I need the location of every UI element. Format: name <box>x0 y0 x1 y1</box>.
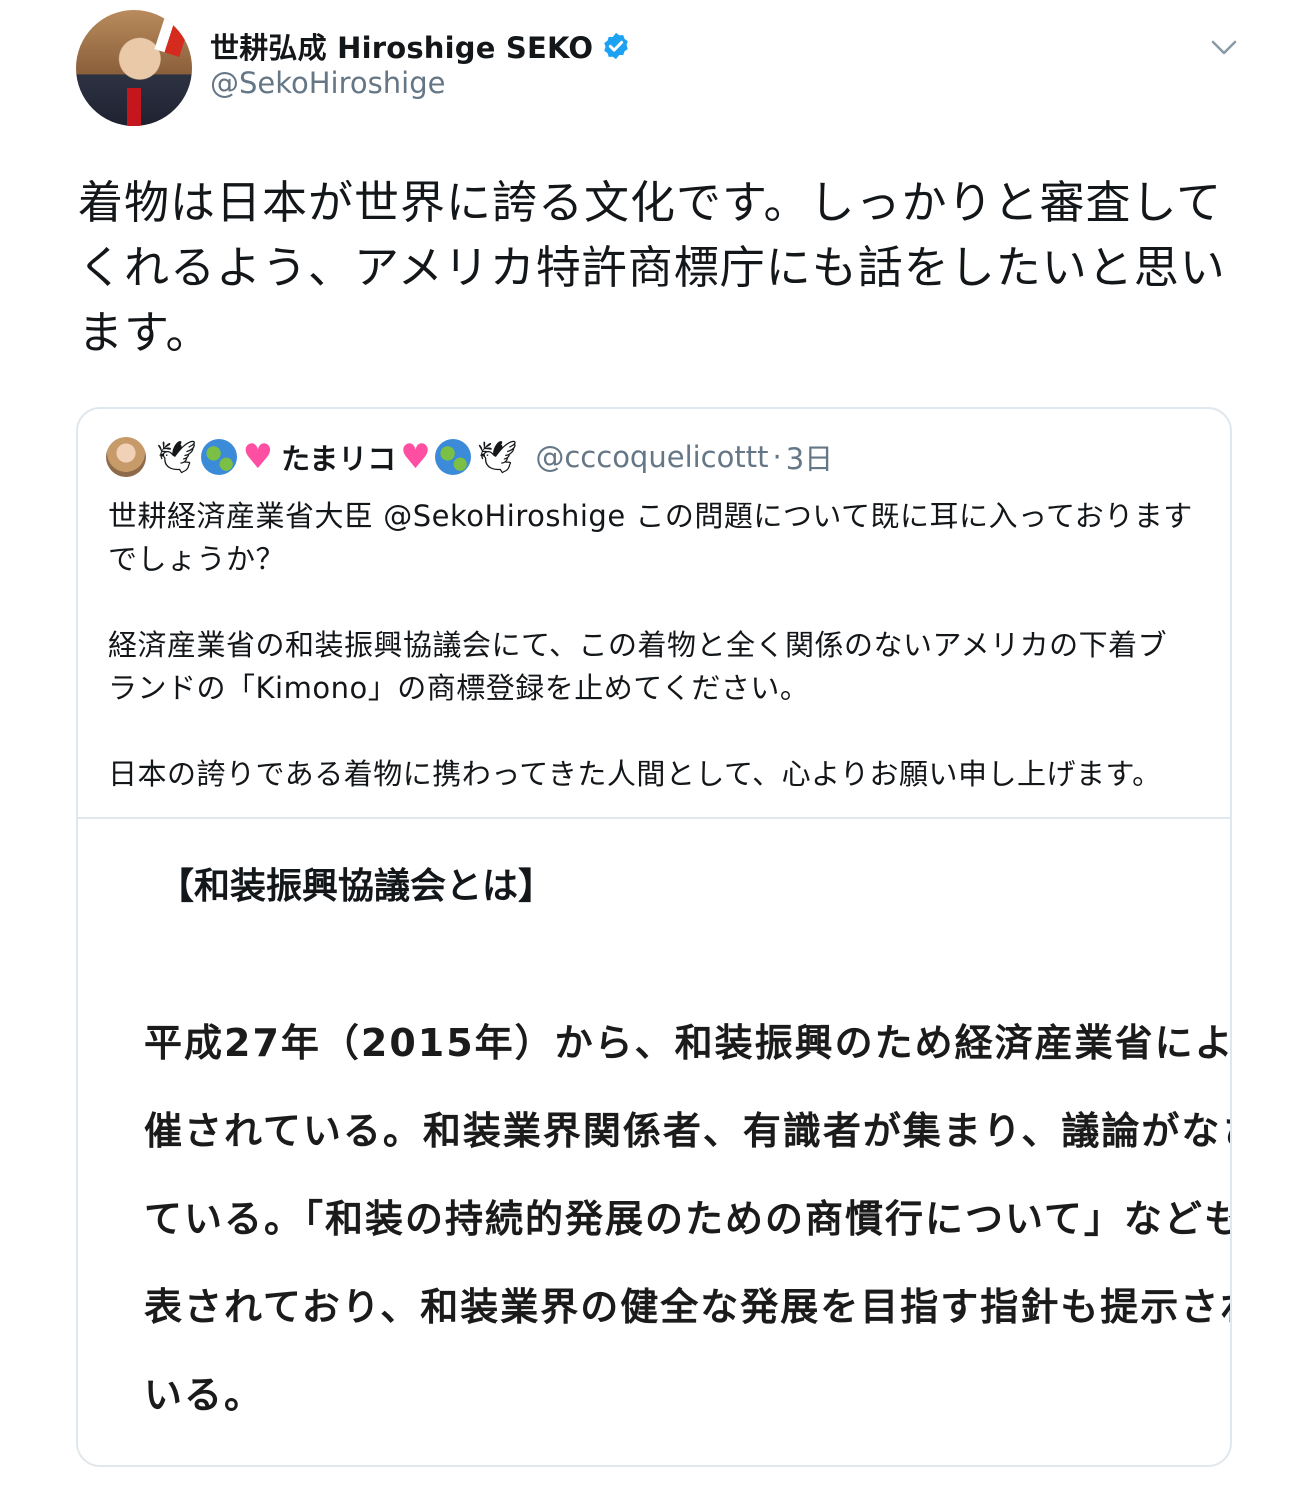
quoted-handle: @cccoquelicottt <box>535 440 769 474</box>
quoted-avatar[interactable] <box>106 437 146 477</box>
quoted-tweet-card[interactable]: 🕊 ♥ たまリコ ♥ 🕊 @cccoquelicottt · 3日 世耕経済産業… <box>76 407 1232 1467</box>
tweet: 世耕弘成 Hiroshige SEKO @SekoHiroshige 着物は日本… <box>0 0 1316 1487</box>
image-body-text: 平成27年（2015年）から、和装振興のため経済産業省により開 催されている。和… <box>144 1021 1232 1417</box>
quoted-tweet-header: 🕊 ♥ たまリコ ♥ 🕊 @cccoquelicottt · 3日 <box>106 435 833 479</box>
tweet-text: 着物は日本が世界に誇る文化です。しっかりと審査して くれるよう、アメリカ特許商標… <box>78 176 1226 359</box>
author-display-name[interactable]: 世耕弘成 Hiroshige SEKO <box>210 25 593 67</box>
heart-icon: ♥ <box>400 437 431 477</box>
dove-icon: 🕊 <box>476 438 518 476</box>
tie-decoration <box>127 88 141 126</box>
globe-icon <box>434 439 471 475</box>
quoted-display-name: たまリコ <box>281 442 397 476</box>
author-name-row: 世耕弘成 Hiroshige SEKO <box>210 24 631 68</box>
flag-decoration <box>154 10 192 58</box>
quoted-tweet-text: 世耕経済産業省大臣 @SekoHiroshige この問題について既に耳に入って… <box>108 499 1193 791</box>
author-avatar[interactable] <box>76 10 192 126</box>
separator-dot: · <box>772 440 782 474</box>
image-title: 【和装振興協議会とは】 <box>158 866 555 907</box>
author-handle[interactable]: @SekoHiroshige <box>210 66 445 100</box>
verified-badge-icon <box>604 32 628 60</box>
dove-icon: 🕊 <box>156 438 197 476</box>
chevron-down-icon[interactable] <box>1210 38 1238 58</box>
globe-icon <box>200 439 237 475</box>
quoted-timestamp: 3日 <box>785 442 834 476</box>
quoted-attached-image[interactable]: 【和装振興協議会とは】 平成27年（2015年）から、和装振興のため経済産業省に… <box>78 819 1232 1465</box>
heart-icon: ♥ <box>242 437 274 477</box>
